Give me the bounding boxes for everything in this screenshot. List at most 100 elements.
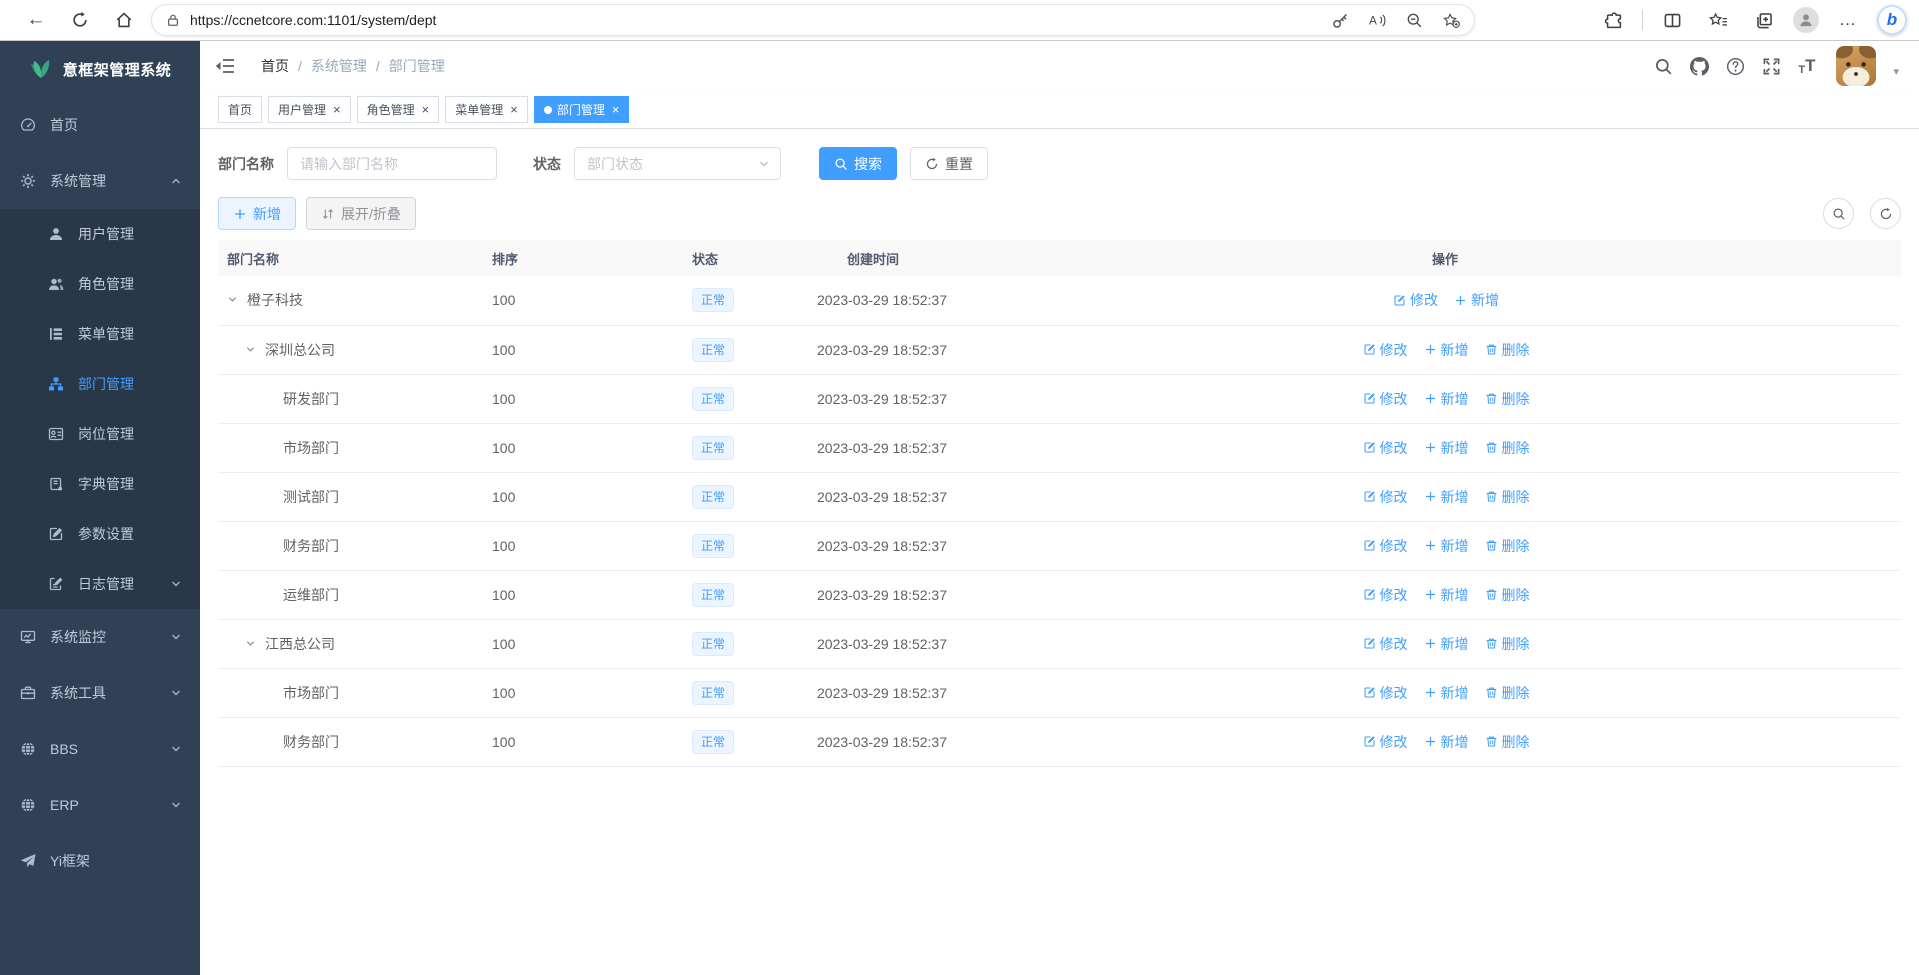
row-action-del[interactable]: 删除	[1485, 438, 1530, 458]
zoom-out-icon[interactable]	[1406, 12, 1423, 29]
row-action-edit[interactable]: 修改	[1363, 585, 1408, 605]
sidebar-item-erp[interactable]: ERP	[0, 777, 200, 833]
row-action-del[interactable]: 删除	[1485, 536, 1530, 556]
sidebar-item-system-mgmt[interactable]: 系统管理	[0, 153, 200, 209]
copilot-icon[interactable]: b	[1877, 5, 1907, 35]
fullscreen-icon[interactable]	[1762, 57, 1781, 76]
search-button[interactable]: 搜索	[819, 147, 897, 180]
sidebar-item-role-mgmt[interactable]: 角色管理	[0, 259, 200, 309]
row-action-add[interactable]: 新增	[1424, 634, 1469, 654]
tab-role-mgmt[interactable]: 角色管理×	[357, 96, 440, 123]
browser-refresh-button[interactable]	[58, 4, 102, 36]
status-select[interactable]: 部门状态	[574, 147, 781, 180]
row-action-edit[interactable]: 修改	[1363, 340, 1408, 360]
browser-back-button[interactable]: ←	[14, 4, 58, 36]
browser-home-button[interactable]	[102, 4, 146, 36]
row-action-edit[interactable]: 修改	[1363, 487, 1408, 507]
row-action-del[interactable]: 删除	[1485, 634, 1530, 654]
row-action-add[interactable]: 新增	[1454, 290, 1499, 310]
close-icon[interactable]: ×	[422, 103, 430, 116]
row-action-add[interactable]: 新增	[1424, 340, 1469, 360]
refresh-table-button[interactable]	[1870, 198, 1901, 229]
close-icon[interactable]: ×	[612, 103, 620, 116]
app-logo[interactable]: 意框架管理系统	[0, 41, 200, 97]
tree-indent	[227, 501, 263, 502]
sidebar-toggle-icon[interactable]	[215, 56, 235, 76]
row-action-add[interactable]: 新增	[1424, 732, 1469, 752]
dept-name: 市场部门	[283, 685, 339, 701]
collections-button[interactable]	[1747, 4, 1781, 36]
sidebar-item-log-mgmt[interactable]: 日志管理	[0, 559, 200, 609]
row-action-del[interactable]: 删除	[1485, 487, 1530, 507]
browser-chrome: ← https://ccnetcore.com:1101/system/dept…	[0, 0, 1919, 41]
row-action-edit[interactable]: 修改	[1363, 438, 1408, 458]
font-size-icon[interactable]: TT	[1798, 56, 1815, 76]
split-screen-button[interactable]	[1655, 4, 1689, 36]
expand-toggle[interactable]	[245, 638, 265, 649]
row-action-edit[interactable]: 修改	[1393, 290, 1438, 310]
sidebar-item-user-mgmt[interactable]: 用户管理	[0, 209, 200, 259]
sidebar-item-dept-mgmt[interactable]: 部门管理	[0, 359, 200, 409]
toggle-search-button[interactable]	[1823, 198, 1854, 229]
tab-user-mgmt[interactable]: 用户管理×	[268, 96, 351, 123]
breadcrumb-item[interactable]: 首页	[261, 56, 289, 76]
edit-pencil-icon	[1363, 392, 1376, 405]
sidebar-item-menu-mgmt[interactable]: 菜单管理	[0, 309, 200, 359]
row-action-edit[interactable]: 修改	[1363, 389, 1408, 409]
sidebar-item-param-settings[interactable]: 参数设置	[0, 509, 200, 559]
gear-icon	[20, 173, 36, 189]
dept-name-input[interactable]	[287, 147, 497, 180]
sort-cell: 100	[490, 374, 690, 423]
row-action-add[interactable]: 新增	[1424, 536, 1469, 556]
row-action-edit[interactable]: 修改	[1363, 732, 1408, 752]
row-action-add[interactable]: 新增	[1424, 438, 1469, 458]
sidebar-item-yi-framework[interactable]: Yi框架	[0, 833, 200, 889]
row-action-add[interactable]: 新增	[1424, 487, 1469, 507]
row-action-del[interactable]: 删除	[1485, 389, 1530, 409]
expand-toggle[interactable]	[245, 344, 265, 355]
reset-button[interactable]: 重置	[910, 147, 988, 180]
help-icon[interactable]	[1726, 57, 1745, 76]
more-options-button[interactable]: …	[1831, 4, 1865, 36]
row-action-add[interactable]: 新增	[1424, 585, 1469, 605]
user-avatar[interactable]	[1836, 46, 1876, 86]
saved-password-key-icon[interactable]	[1332, 12, 1349, 29]
url-text[interactable]: https://ccnetcore.com:1101/system/dept	[190, 12, 436, 28]
tab-dept-mgmt[interactable]: 部门管理×	[534, 96, 630, 123]
breadcrumb-separator: /	[376, 58, 380, 74]
search-icon[interactable]	[1654, 57, 1673, 76]
tab-menu-mgmt[interactable]: 菜单管理×	[445, 96, 528, 123]
github-icon[interactable]	[1690, 57, 1709, 76]
row-action-del[interactable]: 删除	[1485, 732, 1530, 752]
favorite-star-icon[interactable]	[1443, 12, 1460, 29]
row-action-edit[interactable]: 修改	[1363, 536, 1408, 556]
sidebar-item-system-monitor[interactable]: 系统监控	[0, 609, 200, 665]
sidebar-item-dict-mgmt[interactable]: 字典管理	[0, 459, 200, 509]
table-row: 运维部门100正常2023-03-29 18:52:37修改新增删除	[218, 570, 1901, 619]
add-button[interactable]: 新增	[218, 197, 296, 230]
close-icon[interactable]: ×	[333, 103, 341, 116]
row-action-del[interactable]: 删除	[1485, 683, 1530, 703]
expand-collapse-button[interactable]: 展开/折叠	[306, 197, 416, 230]
row-action-del[interactable]: 删除	[1485, 585, 1530, 605]
row-action-add[interactable]: 新增	[1424, 683, 1469, 703]
avatar-caret-icon[interactable]: ▾	[1893, 65, 1899, 78]
row-action-edit[interactable]: 修改	[1363, 683, 1408, 703]
favorites-button[interactable]	[1701, 4, 1735, 36]
sidebar-item-system-tools[interactable]: 系统工具	[0, 665, 200, 721]
sidebar-item-home[interactable]: 首页	[0, 97, 200, 153]
tab-home[interactable]: 首页	[218, 96, 262, 123]
address-bar[interactable]: https://ccnetcore.com:1101/system/dept A	[152, 5, 1474, 35]
trash-icon	[1485, 686, 1498, 699]
expand-toggle[interactable]	[227, 294, 247, 305]
row-action-edit[interactable]: 修改	[1363, 634, 1408, 654]
sidebar-item-bbs[interactable]: BBS	[0, 721, 200, 777]
sidebar-item-post-mgmt[interactable]: 岗位管理	[0, 409, 200, 459]
extensions-button[interactable]	[1596, 4, 1630, 36]
read-aloud-icon[interactable]: A	[1369, 12, 1386, 29]
browser-profile-button[interactable]	[1793, 7, 1819, 33]
row-action-del[interactable]: 删除	[1485, 340, 1530, 360]
sort-cell: 100	[490, 619, 690, 668]
row-action-add[interactable]: 新增	[1424, 389, 1469, 409]
close-icon[interactable]: ×	[510, 103, 518, 116]
